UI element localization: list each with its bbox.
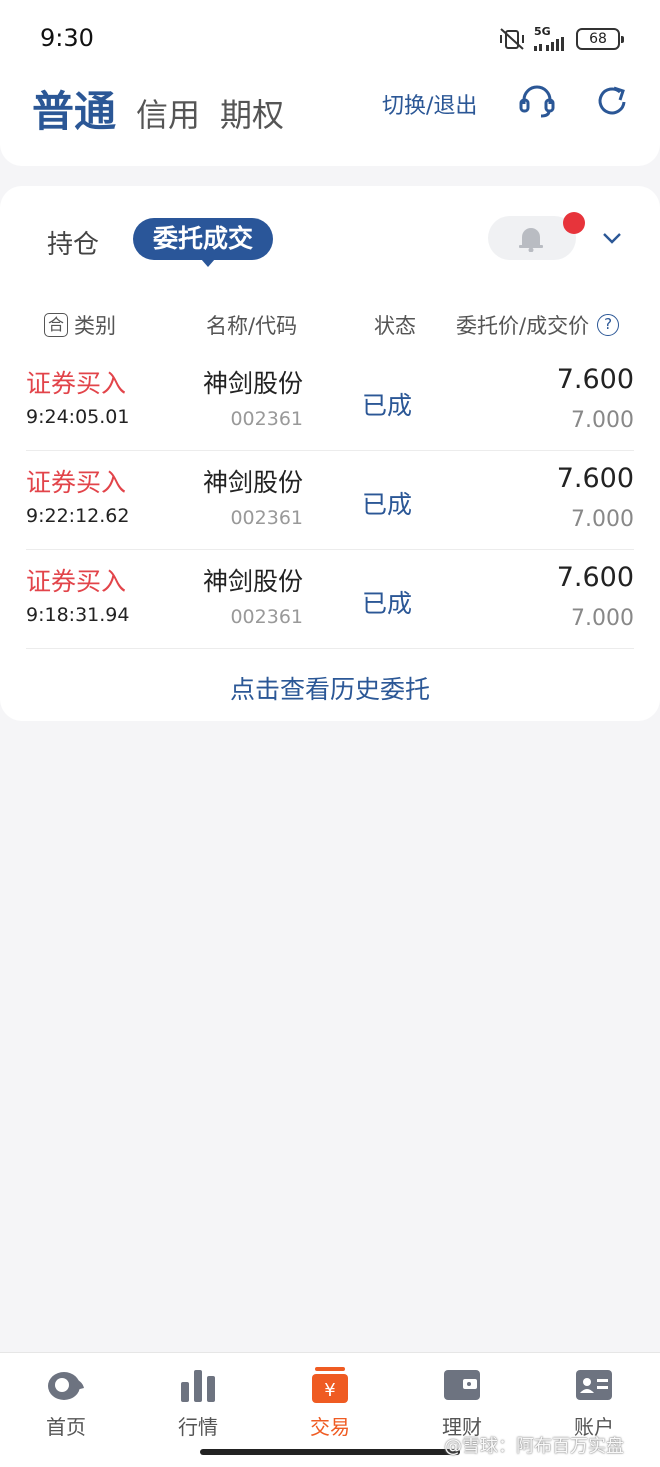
stock-code: 002361 — [230, 507, 303, 529]
order-row[interactable]: 证券买入 9:18:31.94 神剑股份 002361 已成 7.600 7.0… — [0, 550, 660, 649]
switch-exit-button[interactable]: 切换/退出 — [382, 88, 477, 120]
chevron-down-icon[interactable] — [602, 232, 622, 244]
stock-code: 002361 — [230, 408, 303, 430]
header-card: 9:30 5G 68 普通 信用 期权 切换/退出 — [0, 0, 660, 166]
notification-dot — [563, 212, 585, 234]
order-type: 证券买入 — [26, 369, 127, 398]
signal-icon — [534, 37, 564, 51]
status-icons: 5G 68 — [498, 26, 624, 51]
stock-name: 神剑股份 — [202, 468, 303, 497]
orders-card: 持仓 委托成交 合 类别 名称/代码 状态 委托价/成交价 ? 证券买入 9:2… — [0, 186, 660, 721]
order-status: 已成 — [362, 589, 413, 618]
market-chart-icon — [148, 1363, 248, 1407]
status-time: 9:30 — [40, 24, 94, 52]
column-category-label: 类别 — [74, 314, 116, 338]
account-card-icon — [544, 1363, 644, 1407]
nav-account[interactable]: 账户 — [544, 1363, 644, 1440]
tab-normal[interactable]: 普通 — [32, 78, 116, 139]
headset-icon[interactable] — [518, 82, 556, 124]
tab-credit[interactable]: 信用 — [136, 90, 200, 136]
deal-price: 7.000 — [571, 408, 634, 433]
refresh-icon[interactable] — [594, 82, 630, 124]
trade-icon: ¥ — [280, 1363, 380, 1407]
battery-indicator: 68 — [576, 27, 624, 50]
order-type: 证券买入 — [26, 468, 127, 497]
order-price: 7.600 — [556, 364, 634, 395]
nav-market-label: 行情 — [178, 1415, 218, 1439]
home-icon — [16, 1363, 116, 1407]
mute-vibrate-icon — [500, 27, 524, 50]
order-type: 证券买入 — [26, 567, 127, 596]
help-icon[interactable]: ? — [597, 314, 620, 336]
nav-finance[interactable]: 理财 — [412, 1363, 512, 1440]
divider — [26, 648, 634, 649]
nav-home[interactable]: 首页 — [16, 1363, 116, 1440]
watermark: @雪球：阿布百万实盘 — [444, 1436, 624, 1457]
order-time: 9:24:05.01 — [26, 406, 130, 428]
order-price: 7.600 — [556, 463, 634, 494]
account-type-tabs: 普通 信用 期权 — [32, 78, 284, 139]
column-status: 状态 — [374, 314, 416, 338]
nav-trade[interactable]: ¥ 交易 — [280, 1363, 380, 1440]
order-status: 已成 — [362, 490, 413, 519]
stock-name: 神剑股份 — [202, 369, 303, 398]
nav-market[interactable]: 行情 — [148, 1363, 248, 1440]
signal-group: 5G — [534, 26, 568, 51]
column-name-code: 名称/代码 — [206, 314, 298, 338]
svg-text:¥: ¥ — [324, 1380, 335, 1401]
view-history-link[interactable]: 点击查看历史委托 — [0, 670, 660, 706]
deal-price: 7.000 — [571, 606, 634, 631]
tab-holdings[interactable]: 持仓 — [47, 224, 99, 261]
wallet-icon — [412, 1363, 512, 1407]
bell-icon — [519, 228, 543, 252]
column-price-label: 委托价/成交价 — [456, 314, 590, 338]
order-row[interactable]: 证券买入 9:22:12.62 神剑股份 002361 已成 7.600 7.0… — [0, 451, 660, 550]
merge-icon[interactable]: 合 — [44, 313, 68, 337]
stock-name: 神剑股份 — [202, 567, 303, 596]
network-label: 5G — [534, 25, 551, 38]
home-indicator — [200, 1449, 460, 1455]
nav-trade-label: 交易 — [310, 1415, 350, 1439]
stock-code: 002361 — [230, 606, 303, 628]
tab-orders-trades[interactable]: 委托成交 — [133, 218, 274, 267]
column-price: 委托价/成交价 ? — [456, 310, 620, 340]
order-time: 9:22:12.62 — [26, 505, 130, 527]
order-status: 已成 — [362, 391, 413, 420]
column-category: 合 类别 — [44, 310, 116, 340]
order-time: 9:18:31.94 — [26, 604, 130, 626]
order-row[interactable]: 证券买入 9:24:05.01 神剑股份 002361 已成 7.600 7.0… — [0, 352, 660, 451]
nav-home-label: 首页 — [46, 1415, 86, 1439]
deal-price: 7.000 — [571, 507, 634, 532]
order-price: 7.600 — [556, 562, 634, 593]
tab-options[interactable]: 期权 — [220, 90, 284, 136]
